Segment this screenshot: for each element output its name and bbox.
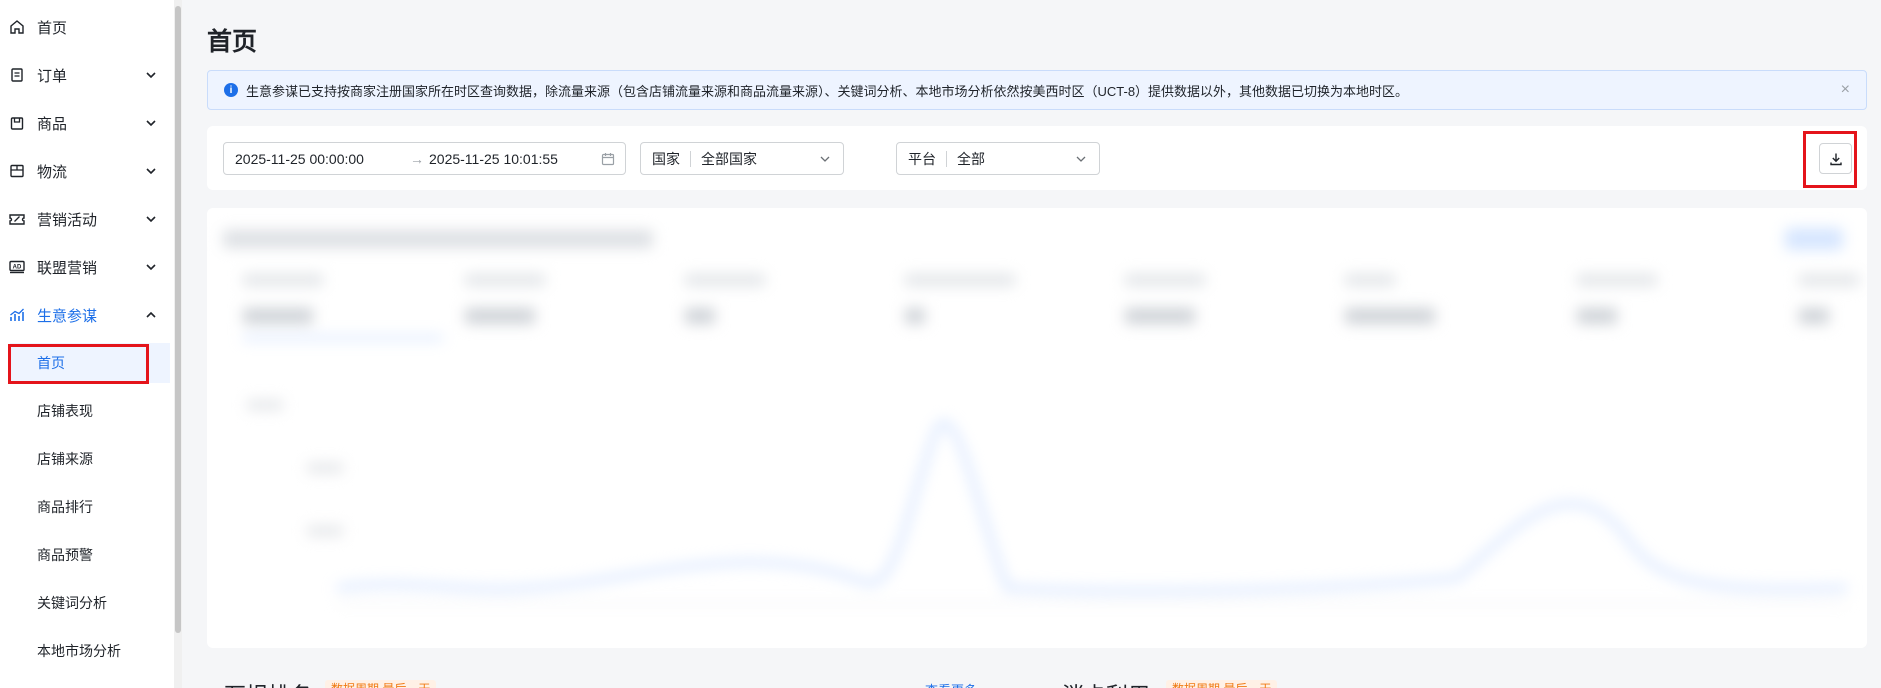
platform-select[interactable]: 平台 全部 [896, 142, 1100, 175]
sidebar-item-home[interactable]: 首页 [0, 7, 170, 47]
sidebar-subitem-shop-performance[interactable]: 店铺表现 [0, 391, 170, 431]
sidebar-subitem-local-market[interactable]: 本地市场分析 [0, 631, 170, 671]
timezone-notice: i 生意参谋已支持按商家注册国家所在时区查询数据，除流量来源（包含店铺流量来源和… [207, 70, 1867, 110]
sidebar-item-label: 物流 [37, 163, 68, 181]
chevron-down-icon [146, 168, 156, 175]
date-start[interactable]: 2025-11-25 00:00:00 [235, 151, 405, 167]
country-select[interactable]: 国家 全部国家 [640, 142, 844, 175]
sidebar-item-label: 订单 [37, 67, 68, 85]
download-button[interactable] [1819, 143, 1852, 174]
sidebar-subitem-product-alert[interactable]: 商品预警 [0, 535, 170, 575]
blurred-dashboard-panel [207, 208, 1867, 648]
blurred-content [207, 208, 1867, 648]
sidebar: 首页 订单 商品 物流 营销活动 AD 联盟营销 生意参谋 首页 店铺表现 店铺… [0, 0, 180, 688]
logistics-icon [6, 160, 28, 182]
analytics-icon [6, 304, 28, 326]
sidebar-item-logistics[interactable]: 物流 [0, 151, 170, 191]
date-arrow: → [410, 150, 424, 167]
sidebar-item-analytics[interactable]: 生意参谋 [0, 295, 170, 335]
sidebar-item-label: 联盟营销 [37, 259, 98, 277]
chevron-up-icon [146, 311, 156, 318]
info-icon: i [224, 83, 238, 97]
sidebar-item-affiliate[interactable]: AD 联盟营销 [0, 247, 170, 287]
chevron-down-icon [146, 120, 156, 127]
notice-text: 生意参谋已支持按商家注册国家所在时区查询数据，除流量来源（包含店铺流量来源和商品… [246, 83, 1409, 99]
right-period-badge: 数据周期 最后一天 [1166, 680, 1278, 688]
sidebar-subitem-keyword-analysis[interactable]: 关键词分析 [0, 583, 170, 623]
product-icon [6, 112, 28, 134]
chevron-down-icon [820, 156, 830, 162]
chevron-down-icon [146, 264, 156, 271]
chevron-down-icon [146, 72, 156, 79]
filter-bar: 2025-11-25 00:00:00 → 2025-11-25 10:01:5… [207, 126, 1867, 190]
sidebar-item-label: 生意参谋 [37, 307, 98, 325]
sidebar-subitem-label: 店铺表现 [37, 403, 93, 419]
sidebar-subitem-label: 本地市场分析 [37, 643, 121, 659]
sidebar-subitem-label: 关键词分析 [37, 595, 107, 611]
calendar-icon [601, 152, 615, 165]
date-end[interactable]: 2025-11-25 10:01:55 [429, 151, 599, 167]
svg-text:AD: AD [13, 265, 22, 271]
sidebar-subitem-label: 商品排行 [37, 499, 93, 515]
download-icon [1829, 153, 1842, 165]
sidebar-subitem-label: 商品预警 [37, 547, 93, 563]
home-icon [6, 16, 28, 38]
sidebar-subitem-home[interactable]: 首页 [10, 343, 170, 383]
sidebar-subitem-label: 首页 [37, 355, 65, 371]
sidebar-item-marketing[interactable]: 营销活动 [0, 199, 170, 239]
ranking-section-title: 万坦排名 [224, 678, 312, 688]
country-select-label: 国家 [652, 150, 691, 167]
platform-select-label: 平台 [908, 150, 947, 167]
ad-icon: AD [6, 256, 28, 278]
sidebar-scrollbar[interactable] [175, 6, 181, 633]
sidebar-subitem-shop-source[interactable]: 店铺来源 [0, 439, 170, 479]
date-range-picker[interactable]: 2025-11-25 00:00:00 → 2025-11-25 10:01:5… [223, 142, 626, 175]
view-more-link[interactable]: 查看更多 [925, 680, 977, 688]
sidebar-subitem-label: 店铺来源 [37, 451, 93, 467]
right-section-title: 消卡利用 [1062, 678, 1150, 688]
sidebar-item-label: 首页 [37, 19, 68, 37]
chevron-down-icon [146, 216, 156, 223]
country-select-value: 全部国家 [701, 150, 757, 167]
ticket-icon [6, 208, 28, 230]
sidebar-item-orders[interactable]: 订单 [0, 55, 170, 95]
platform-select-value: 全部 [957, 150, 985, 167]
ranking-period-badge: 数据周期 最后一天 [325, 680, 437, 688]
sidebar-item-label: 商品 [37, 115, 68, 133]
sidebar-subitem-product-ranking[interactable]: 商品排行 [0, 487, 170, 527]
sidebar-item-label: 营销活动 [37, 211, 98, 229]
chevron-down-icon [1076, 156, 1086, 162]
page-title: 首页 [207, 28, 258, 56]
order-icon [6, 64, 28, 86]
close-icon[interactable]: × [1841, 81, 1850, 99]
sidebar-item-products[interactable]: 商品 [0, 103, 170, 143]
